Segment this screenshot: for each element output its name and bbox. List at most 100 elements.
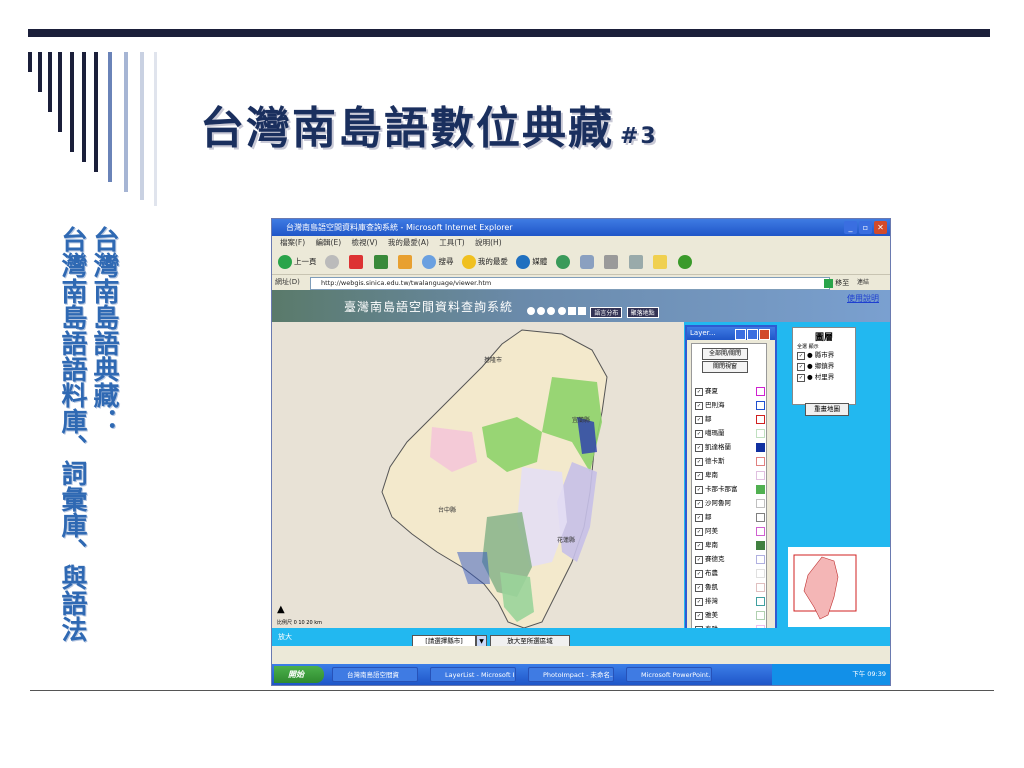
back-button[interactable]: 上一頁 (278, 250, 317, 274)
layer-item[interactable]: ✓ 雅美 (695, 610, 718, 620)
checkbox-icon[interactable]: ✓ (695, 388, 703, 396)
back-arrow-icon (278, 255, 292, 269)
menu-help[interactable]: 說明(H) (475, 238, 502, 247)
address-label: 網址(D) (275, 278, 300, 286)
checkbox-icon[interactable]: ✓ (695, 430, 703, 438)
help-link[interactable]: 使用說明 (847, 293, 879, 304)
layer-item[interactable]: ✓ 魯凱 (695, 582, 718, 592)
settlement-button[interactable]: 聚落地點 (626, 307, 659, 318)
search-button[interactable]: 搜尋 (422, 250, 453, 274)
app-title: 臺灣南島語空間資料查詢系統 (344, 300, 514, 314)
taiwan-map[interactable]: 基隆市 宜蘭縣 台中縣 花蓮縣 ▲ 比例尺 0 10 20 km (272, 322, 684, 628)
layer-item[interactable]: ✓ 排灣 (695, 596, 718, 606)
checkbox-icon[interactable]: ✓ (695, 514, 703, 522)
checkbox-icon[interactable]: ✓ (695, 472, 703, 480)
legend-county-row[interactable]: ✓ ● 縣市界 (797, 350, 855, 361)
maximize-icon[interactable]: ▫ (859, 221, 872, 234)
layer-item[interactable]: ✓ 賽夏 (695, 386, 718, 396)
menu-view[interactable]: 檢視(V) (352, 238, 378, 247)
svg-text:比例尺 0 10 20 km: 比例尺 0 10 20 km (277, 619, 322, 626)
menu-favorites[interactable]: 我的最愛(A) (388, 238, 429, 247)
media-icon (516, 255, 531, 269)
layer-item[interactable]: ✓ 噶瑪蘭 (695, 428, 725, 438)
menu-edit[interactable]: 編輯(E) (316, 238, 342, 247)
taskbar-item[interactable]: Microsoft PowerPoint... (626, 667, 712, 682)
checkbox-icon[interactable]: ✓ (695, 542, 703, 550)
checkbox-icon[interactable]: ✓ (695, 556, 703, 564)
checkbox-icon[interactable]: ✓ (797, 374, 805, 382)
legend-village-row[interactable]: ✓ ● 村里界 (797, 372, 855, 383)
overview-map-graphic (793, 554, 857, 620)
minimize-icon[interactable]: _ (844, 221, 857, 234)
toggle-all-button[interactable]: 全部開/關閉 (702, 348, 748, 360)
full-extent-icon[interactable] (547, 307, 556, 315)
menu-file[interactable]: 檔案(F) (280, 238, 305, 247)
layer-item[interactable]: ✓ 布農 (695, 568, 718, 578)
layer-item[interactable]: ✓ 阿美 (695, 526, 718, 536)
legend-township-row[interactable]: ✓ ● 鄉鎮界 (797, 361, 855, 372)
layer-item[interactable]: ✓ 鄒 (695, 512, 712, 522)
stop-button[interactable] (349, 250, 365, 274)
layer-window-titlebar[interactable]: Layer... (687, 327, 775, 340)
slide-bottom-rule (30, 690, 994, 691)
layer-item[interactable]: ✓ 卑南 (695, 540, 718, 550)
close-window-button[interactable]: 關閉視窗 (702, 361, 748, 373)
close-icon[interactable]: ✕ (874, 221, 887, 234)
edit-button[interactable] (628, 250, 645, 274)
layer-item[interactable]: ✓ 卡那卡那富 (695, 484, 738, 494)
checkbox-icon[interactable]: ✓ (695, 570, 703, 578)
checkbox-icon[interactable]: ✓ (695, 500, 703, 508)
maximize-icon[interactable] (747, 329, 758, 340)
folder-button[interactable] (653, 250, 669, 274)
print-button[interactable] (604, 250, 620, 274)
checkbox-icon[interactable]: ✓ (695, 458, 703, 466)
forward-button[interactable] (324, 250, 341, 274)
map-view[interactable]: 基隆市 宜蘭縣 台中縣 花蓮縣 ▲ 比例尺 0 10 20 km (272, 322, 684, 628)
go-button[interactable]: 移至 (824, 276, 849, 291)
back-label: 上一頁 (294, 257, 317, 266)
layer-item[interactable]: ✓ 鄒 (695, 414, 712, 424)
history-button[interactable] (555, 250, 572, 274)
checkbox-icon[interactable]: ✓ (695, 402, 703, 410)
layer-item[interactable]: ✓ 德卡斯 (695, 456, 725, 466)
refresh-button[interactable] (373, 250, 390, 274)
menu-tools[interactable]: 工具(T) (439, 238, 464, 247)
measure-icon[interactable] (578, 307, 587, 315)
zoom-out-icon[interactable] (537, 307, 546, 315)
start-button[interactable]: 開始 (274, 666, 324, 683)
favorites-button[interactable]: 我的最愛 (461, 250, 508, 274)
zoom-in-icon[interactable] (527, 307, 535, 315)
mail-button[interactable] (580, 250, 596, 274)
layer-name: 卡那卡那富 (705, 485, 738, 493)
links-label[interactable]: 連結 (857, 275, 869, 290)
media-button[interactable]: 媒體 (516, 250, 547, 274)
identify-icon[interactable] (567, 307, 576, 315)
layer-item[interactable]: ✓ 沙阿魯阿 (695, 498, 731, 508)
checkbox-icon[interactable]: ✓ (797, 352, 805, 360)
layer-item[interactable]: ✓ 巴則海 (695, 400, 725, 410)
layer-item[interactable]: ✓ 凱達格蘭 (695, 442, 731, 452)
minimize-icon[interactable] (735, 329, 746, 340)
checkbox-icon[interactable]: ✓ (695, 584, 703, 592)
pan-icon[interactable] (557, 307, 566, 315)
address-input[interactable]: http://webgis.sinica.edu.tw/twalanguage/… (310, 277, 830, 290)
overview-map[interactable] (788, 547, 890, 627)
checkbox-icon[interactable]: ✓ (695, 444, 703, 452)
checkbox-icon[interactable]: ✓ (695, 612, 703, 620)
extra-button[interactable] (677, 250, 694, 274)
checkbox-icon[interactable]: ✓ (695, 486, 703, 494)
layer-item[interactable]: ✓ 卑南 (695, 470, 718, 480)
slide-decoration (28, 52, 157, 206)
home-button[interactable] (398, 250, 414, 274)
taskbar-item[interactable]: PhotoImpact - 未命名... (528, 667, 614, 682)
taskbar-item[interactable]: LayerList - Microsoft I... (430, 667, 516, 682)
checkbox-icon[interactable]: ✓ (695, 416, 703, 424)
checkbox-icon[interactable]: ✓ (695, 598, 703, 606)
checkbox-icon[interactable]: ✓ (797, 363, 805, 371)
taskbar-item[interactable]: 台灣南島語空間資 (332, 667, 418, 682)
checkbox-icon[interactable]: ✓ (695, 528, 703, 536)
close-icon[interactable] (759, 329, 770, 340)
language-distribution-button[interactable]: 語言分布 (590, 307, 623, 318)
layer-item[interactable]: ✓ 賽德克 (695, 554, 725, 564)
redraw-map-button[interactable]: 重畫地圖 (805, 403, 849, 416)
